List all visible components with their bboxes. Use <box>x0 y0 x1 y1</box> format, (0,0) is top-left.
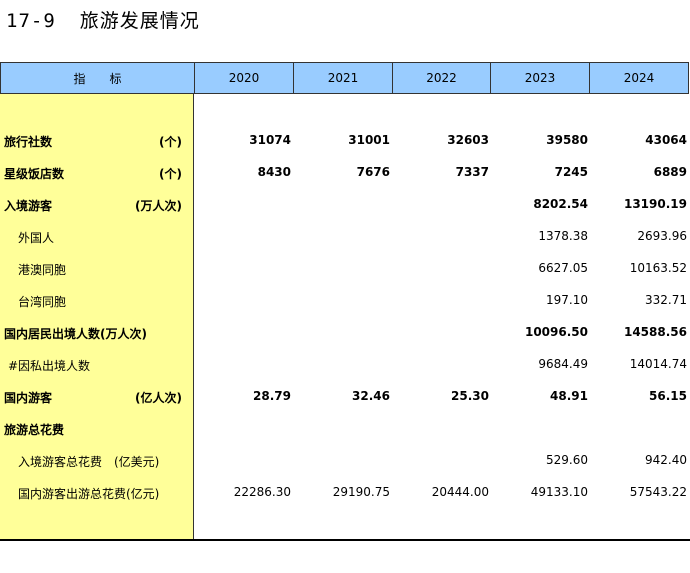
cell-2021: 31001 <box>348 133 390 147</box>
table-number: 17-9 <box>6 10 56 32</box>
table-row: 国内游客 (亿人次) 28.79 32.46 25.30 48.91 56.15 <box>0 387 690 409</box>
cell-2024: 14588.56 <box>623 325 687 339</box>
table-bottom-border <box>0 539 690 541</box>
cell-2023: 9684.49 <box>538 357 588 371</box>
cell-2020: 22286.30 <box>233 485 291 499</box>
row-label: 旅行社数 <box>4 135 53 149</box>
table-row: 国内游客出游总花费(亿元) 22286.30 29190.75 20444.00 491… <box>0 483 690 505</box>
cell-2023: 7245 <box>554 165 588 179</box>
table-row: 外国人 1378.38 2693.96 <box>0 227 690 249</box>
table-row: 入境游客总花费 (亿美元) 529.60 942.40 <box>0 451 690 473</box>
cell-2024: 10163.52 <box>629 261 687 275</box>
cell-2024: 56.15 <box>649 389 687 403</box>
cell-2023: 10096.50 <box>524 325 588 339</box>
table-row: 国内居民出境人数(万人次) 10096.50 14588.56 <box>0 323 690 345</box>
cell-2022: 32603 <box>447 133 489 147</box>
cell-2024: 2693.96 <box>637 229 687 243</box>
row-label: 外国人 <box>18 231 55 245</box>
cell-2023: 197.10 <box>546 293 588 307</box>
header-year-2022: 2022 <box>393 62 491 94</box>
cell-2021: 29190.75 <box>332 485 390 499</box>
table-row: 星级饭店数 (个) 8430 7676 7337 7245 6889 <box>0 163 690 185</box>
cell-2021: 32.46 <box>352 389 390 403</box>
cell-2023: 39580 <box>546 133 588 147</box>
cell-2021: 7676 <box>356 165 390 179</box>
table-title: 旅游发展情况 <box>79 10 200 32</box>
table-row: 旅游总花费 <box>0 419 690 441</box>
row-unit: (个) <box>159 167 182 181</box>
row-label: 旅游总花费 <box>4 423 65 437</box>
row-label: #因私出境人数 <box>8 359 91 373</box>
row-label: 入境游客总花费 (亿美元) <box>18 455 160 469</box>
header-year-2023: 2023 <box>491 62 590 94</box>
cell-2024: 6889 <box>653 165 687 179</box>
cell-2024: 332.71 <box>645 293 687 307</box>
indicator-column <box>0 94 194 540</box>
cell-2022: 7337 <box>455 165 489 179</box>
cell-2022: 25.30 <box>451 389 489 403</box>
cell-2024: 13190.19 <box>623 197 687 211</box>
cell-2023: 1378.38 <box>538 229 588 243</box>
row-label: 国内游客 <box>4 391 53 405</box>
cell-2023: 8202.54 <box>533 197 588 211</box>
cell-2020: 31074 <box>249 133 291 147</box>
header-indicator: 指 标 <box>0 62 195 94</box>
header-year-2024: 2024 <box>590 62 689 94</box>
cell-2024: 942.40 <box>645 453 687 467</box>
cell-2020: 28.79 <box>253 389 291 403</box>
table-row: 港澳同胞 6627.05 10163.52 <box>0 259 690 281</box>
table-row: #因私出境人数 9684.49 14014.74 <box>0 355 690 377</box>
table-row: 入境游客 (万人次) 8202.54 13190.19 <box>0 195 690 217</box>
row-unit: (个) <box>159 135 182 149</box>
cell-2020: 8430 <box>257 165 291 179</box>
row-label: 星级饭店数 <box>4 167 65 181</box>
row-unit: (万人次) <box>135 199 182 213</box>
cell-2024: 57543.22 <box>629 485 687 499</box>
row-label: 入境游客 <box>4 199 53 213</box>
cell-2023: 6627.05 <box>538 261 588 275</box>
row-label: 港澳同胞 <box>18 263 67 277</box>
page-title: 17-9 旅游发展情况 <box>6 6 200 33</box>
row-label: 台湾同胞 <box>18 295 67 309</box>
cell-2023: 49133.10 <box>530 485 588 499</box>
cell-2022: 20444.00 <box>431 485 489 499</box>
cell-2024: 14014.74 <box>629 357 687 371</box>
table-row: 旅行社数 (个) 31074 31001 32603 39580 43064 <box>0 131 690 153</box>
cell-2023: 48.91 <box>550 389 588 403</box>
cell-2024: 43064 <box>645 133 687 147</box>
header-year-2021: 2021 <box>294 62 393 94</box>
row-label: 国内游客出游总花费(亿元) <box>18 487 160 501</box>
cell-2023: 529.60 <box>546 453 588 467</box>
table-row: 台湾同胞 197.10 332.71 <box>0 291 690 313</box>
row-unit: (亿人次) <box>135 391 182 405</box>
header-year-2020: 2020 <box>195 62 294 94</box>
row-label: 国内居民出境人数(万人次) <box>4 327 147 341</box>
